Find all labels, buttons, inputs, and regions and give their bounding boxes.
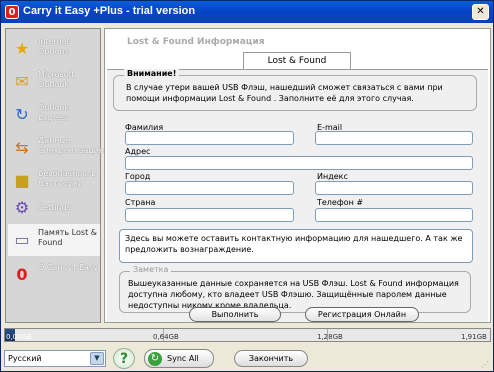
sidebar-item-label: Безопасность Настройки — [38, 169, 96, 188]
close-button[interactable]: ✕ — [472, 4, 489, 20]
app-window: 0 Carry it Easy +Plus - trial version ✕ … — [0, 0, 494, 372]
register-online-button[interactable]: Регистрация Онлайн — [305, 307, 419, 322]
sidebar: ★ Internet Options ✉ Microsoft Outlook ↻… — [5, 28, 104, 323]
tab-lost-and-found[interactable]: Lost & Found — [243, 52, 351, 70]
lost-and-found-panel: Внимание! В случае утери вашей USB Флэш,… — [107, 69, 488, 322]
sync-all-button[interactable]: ↻ Sync All — [144, 349, 214, 368]
sidebar-item-label: Microsoft Outlook — [38, 70, 75, 89]
app-logo-icon: 0 — [5, 5, 19, 19]
country-field[interactable] — [125, 208, 294, 222]
address-field[interactable] — [125, 156, 473, 170]
outlook-express-icon: ↻ — [15, 105, 29, 124]
country-label: Страна — [125, 198, 156, 207]
notice-group: Внимание! В случае утери вашей USB Флэш,… — [113, 69, 477, 111]
sidebar-item-about[interactable]: 0 О Carry it Easy — [8, 259, 100, 291]
chevron-down-icon[interactable]: ▼ — [90, 352, 104, 365]
notice-legend: Внимание! — [124, 69, 180, 78]
sidebar-item-label: Internet Options — [38, 37, 70, 56]
progress-label-min: 0,00GB — [6, 333, 32, 341]
exit-button[interactable]: Закончить — [234, 350, 308, 367]
settings-icon: ⚙ — [14, 198, 30, 217]
email-field[interactable] — [315, 131, 473, 145]
sidebar-item-microsoft-outlook[interactable]: ✉ Microsoft Outlook — [8, 66, 100, 98]
note-text: Вышеуказанные данные сохраняется на USB … — [128, 279, 459, 310]
outlook-icon: ✉ — [15, 72, 29, 91]
last-name-field[interactable] — [125, 131, 294, 145]
sidebar-item-settings[interactable]: ⚙ Settings — [8, 192, 100, 224]
note-group: Заметка Вышеуказанные данные сохраняется… — [119, 265, 471, 313]
sync-all-label: Sync All — [167, 354, 199, 363]
address-label: Адрес — [125, 147, 151, 156]
sidebar-item-label: Outlook Express — [38, 103, 70, 122]
sidebar-item-label: Данные Синхронизация — [38, 136, 104, 155]
city-field[interactable] — [125, 181, 294, 195]
sync-icon: ↻ — [148, 352, 162, 366]
progress-label-max: 1,91GB — [461, 333, 487, 341]
storage-progress-bar — [4, 328, 491, 342]
language-select[interactable]: Русский ▼ — [4, 350, 106, 367]
resize-grip-icon[interactable]: ⋰ — [481, 360, 491, 370]
sidebar-item-label: О Carry it Easy — [38, 263, 98, 272]
help-icon[interactable]: ? — [113, 348, 135, 369]
page-title: Lost & Found Информация — [127, 37, 265, 47]
lock-icon: ■ — [14, 171, 30, 190]
sidebar-item-internet-options[interactable]: ★ Internet Options — [8, 33, 100, 65]
city-label: Город — [125, 172, 151, 181]
execute-button[interactable]: Выполнить — [189, 307, 281, 322]
footer-bar: Русский ▼ ? ↻ Sync All Закончить ⋰ — [1, 346, 493, 372]
window-title: Carry it Easy +Plus - trial version — [23, 5, 196, 17]
sidebar-item-lost-and-found[interactable]: ▭ Память Lost & Found — [8, 224, 100, 256]
phone-label: Телефон # — [317, 198, 364, 207]
zip-field[interactable] — [315, 181, 473, 195]
sidebar-item-data-sync[interactable]: ⇆ Данные Синхронизация — [8, 132, 104, 164]
app-logo-icon: 0 — [16, 265, 28, 284]
phone-field[interactable] — [315, 208, 473, 222]
sidebar-item-outlook-express[interactable]: ↻ Outlook Express — [8, 99, 100, 131]
usb-drive-icon: ▭ — [14, 230, 30, 249]
sidebar-item-label: Память Lost & Found — [38, 228, 97, 247]
content-area: Lost & Found Информация Lost & Found Вни… — [104, 28, 491, 323]
title-bar[interactable]: 0 Carry it Easy +Plus - trial version ✕ — [1, 1, 493, 23]
message-textarea[interactable]: Здесь вы можете оставить контактную инфо… — [119, 229, 473, 263]
progress-label-q2: 1,28GB — [317, 333, 343, 341]
note-legend: Заметка — [130, 265, 172, 274]
progress-label-q1: 0,64GB — [153, 333, 179, 341]
sync-data-icon: ⇆ — [15, 138, 29, 157]
zip-label: Индекс — [317, 172, 348, 181]
star-icon: ★ — [14, 39, 30, 58]
notice-text: В случае утери вашей USB Флэш, нашедший … — [126, 83, 443, 103]
sidebar-item-label: Settings — [38, 203, 71, 212]
language-value: Русский — [8, 354, 42, 363]
